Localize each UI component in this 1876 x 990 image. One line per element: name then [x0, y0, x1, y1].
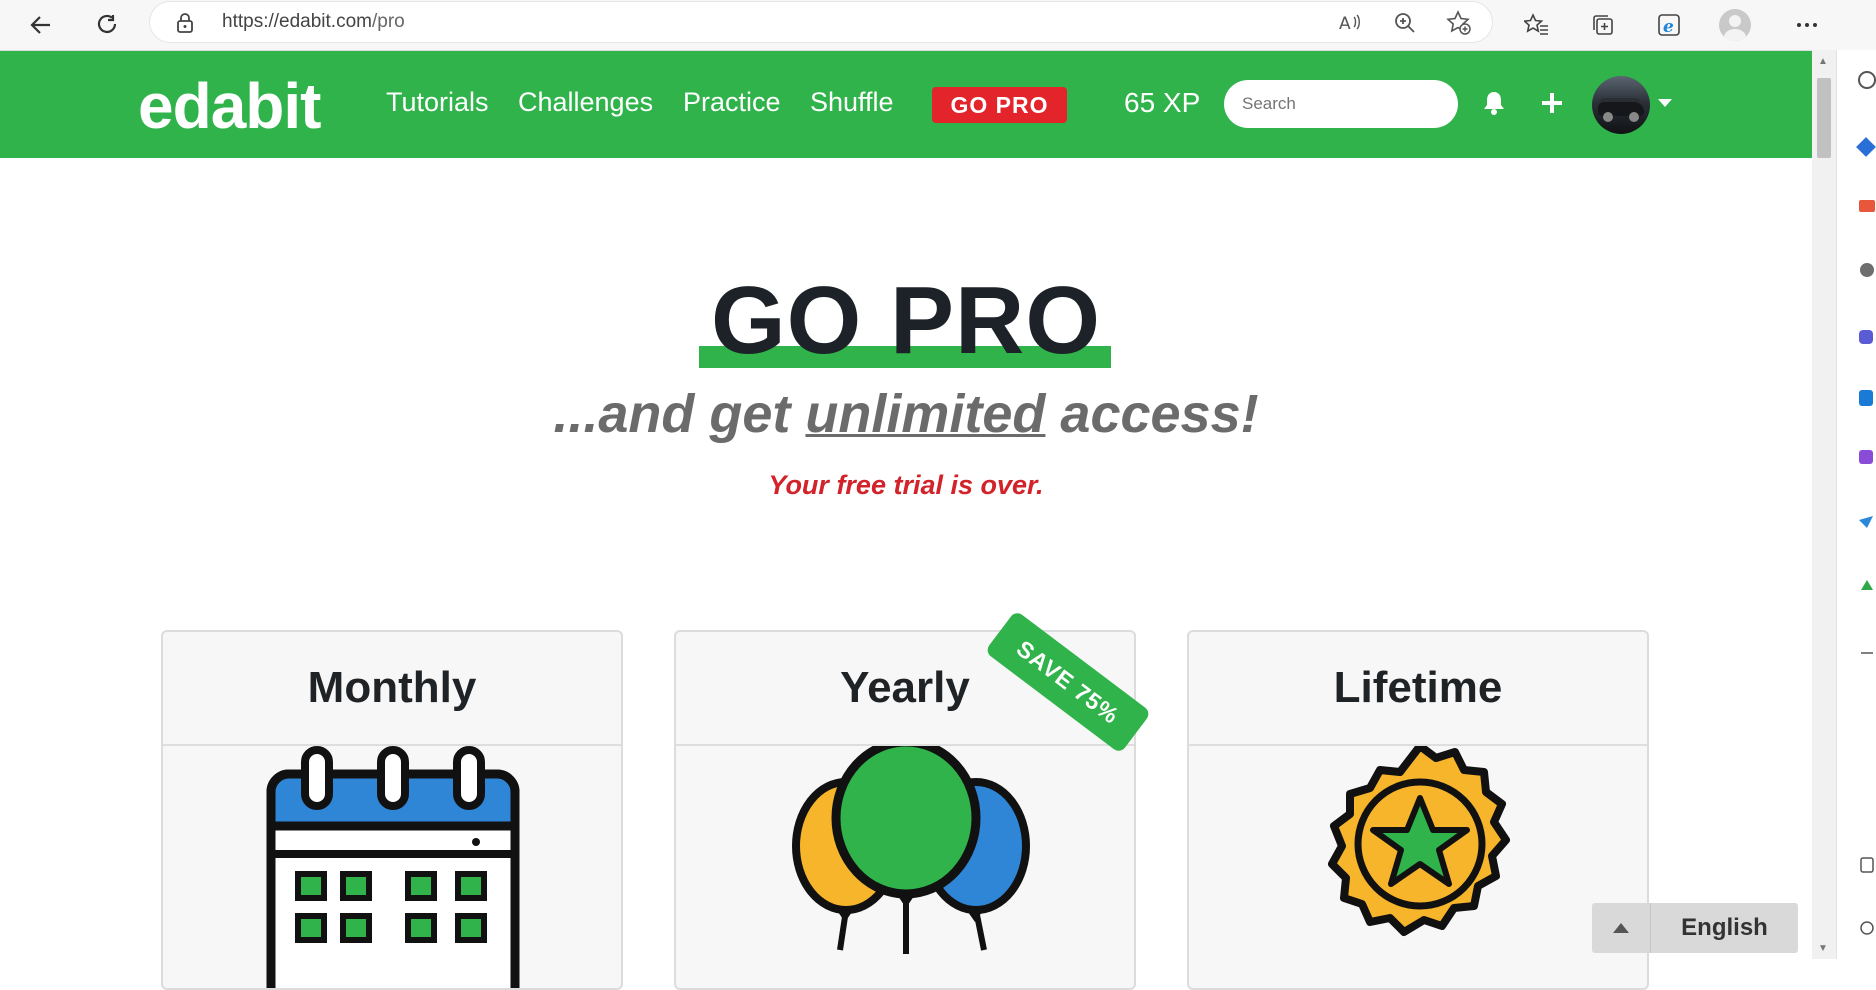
balloons-icon — [676, 737, 1134, 988]
browser-toolbar: https://edabit.com/pro A e — [0, 0, 1876, 51]
scroll-up-icon[interactable]: ▲ — [1818, 56, 1828, 67]
url-text[interactable]: https://edabit.com/pro — [222, 11, 405, 33]
collections-icon[interactable] — [1586, 8, 1620, 42]
go-pro-button[interactable]: GO PRO — [932, 87, 1067, 123]
nav-challenges[interactable]: Challenges — [518, 87, 653, 118]
bell-icon[interactable] — [1480, 89, 1508, 117]
nav-tutorials[interactable]: Tutorials — [386, 87, 489, 118]
chevron-down-icon[interactable] — [1658, 99, 1672, 107]
search-input[interactable] — [1224, 80, 1458, 128]
favorites-icon[interactable] — [1520, 8, 1554, 42]
subtitle-emphasis: unlimited — [805, 384, 1046, 444]
url-path: /pro — [371, 11, 405, 32]
edabit-logo[interactable]: edabit — [138, 69, 321, 143]
medal-star-icon — [1189, 742, 1647, 988]
scrollbar-thumb[interactable] — [1817, 78, 1831, 158]
address-bar[interactable]: https://edabit.com/pro A — [150, 2, 1492, 42]
svg-text:e: e — [1663, 17, 1674, 37]
calendar-icon — [163, 746, 621, 988]
plan-name: Monthly — [163, 632, 621, 746]
plus-icon[interactable] — [1538, 89, 1566, 117]
add-favorite-icon[interactable] — [1446, 10, 1472, 36]
read-aloud-icon[interactable]: A — [1338, 10, 1364, 36]
avatar[interactable] — [1592, 76, 1650, 134]
subtitle-lead: ...and get — [553, 384, 806, 444]
site-header: edabit Tutorials Challenges Practice Shu… — [0, 51, 1812, 158]
xp-counter[interactable]: 65 XP — [1124, 87, 1200, 119]
chevron-up-icon[interactable] — [1592, 903, 1651, 953]
more-menu-icon[interactable] — [1790, 8, 1824, 42]
zoom-icon[interactable] — [1392, 10, 1418, 36]
trial-notice: Your free trial is over. — [768, 470, 1044, 500]
browser-sidebar — [1836, 50, 1876, 959]
profile-icon[interactable] — [1718, 8, 1752, 42]
language-label: English — [1681, 914, 1768, 941]
back-icon[interactable] — [22, 6, 60, 44]
language-selector[interactable]: English — [1592, 903, 1798, 953]
nav-shuffle[interactable]: Shuffle — [810, 87, 894, 118]
refresh-icon[interactable] — [88, 6, 126, 44]
subtitle-tail: access! — [1045, 384, 1259, 444]
plan-card-monthly[interactable]: Monthly — [161, 630, 623, 990]
page-subtitle: ...and get unlimited access! — [0, 383, 1812, 445]
save-badge: SAVE 75% — [983, 610, 1163, 758]
save-badge-label: SAVE 75% — [984, 610, 1152, 754]
scroll-down-icon[interactable]: ▼ — [1818, 943, 1828, 954]
page-scrollbar[interactable]: ▲ ▼ — [1812, 50, 1836, 959]
url-host: https://edabit.com — [222, 11, 372, 32]
nav-practice[interactable]: Practice — [683, 87, 781, 118]
plan-name: Lifetime — [1189, 632, 1647, 746]
lock-icon[interactable] — [176, 12, 194, 39]
ie-mode-icon[interactable]: e — [1652, 8, 1686, 42]
plan-card-lifetime[interactable]: Lifetime — [1187, 630, 1649, 990]
svg-text:A: A — [1339, 14, 1351, 34]
page-title: GO PRO — [710, 267, 1102, 374]
